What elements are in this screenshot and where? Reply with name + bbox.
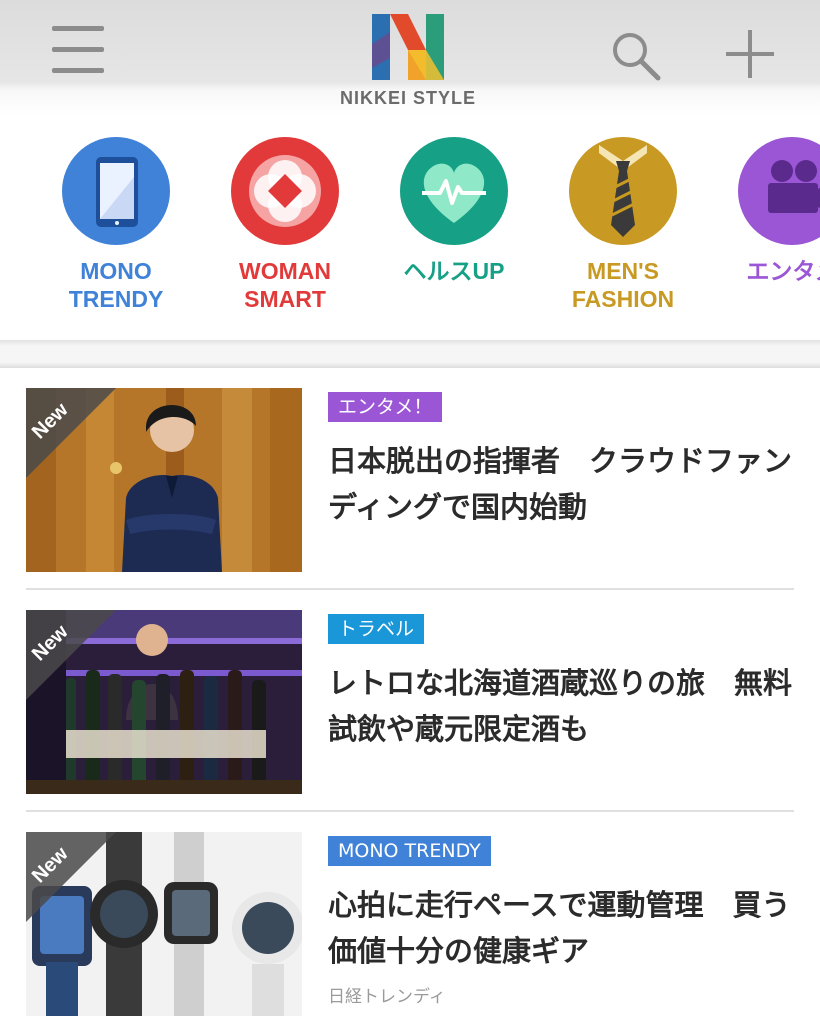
search-icon[interactable] bbox=[608, 28, 664, 84]
category-label: SMART bbox=[244, 286, 326, 312]
smartphone-icon bbox=[62, 137, 170, 245]
article-thumbnail[interactable]: New bbox=[26, 388, 302, 572]
article-thumbnail[interactable]: New bbox=[26, 610, 302, 794]
category-tag[interactable]: エンタメ！ bbox=[328, 392, 443, 422]
article-source: 日経トレンディ bbox=[328, 987, 446, 1007]
category-entame[interactable]: エンタメ bbox=[707, 137, 820, 285]
logo-text: NIKKEI STYLE bbox=[339, 88, 476, 108]
category-label: FASHION bbox=[571, 286, 675, 312]
article-title[interactable]: 心拍に走行ペースで運動管理 買う価値十分の健康ギア bbox=[328, 882, 798, 974]
nikkei-style-logo[interactable]: NIKKEI STYLE bbox=[328, 8, 488, 108]
article-divider bbox=[26, 588, 794, 590]
necktie-icon bbox=[569, 137, 677, 245]
heart-pulse-icon bbox=[400, 137, 508, 245]
projector-icon bbox=[738, 137, 820, 245]
article-item[interactable]: New MONO TRENDY 心拍に走行ペースで運動管理 買う価値十分の健康ギ… bbox=[26, 832, 794, 1024]
category-health-up[interactable]: ヘルスUP bbox=[369, 137, 539, 285]
article-item[interactable]: New トラベル レトロな北海道酒蔵巡りの旅 無料試飲や蔵元限定酒も bbox=[26, 610, 794, 810]
category-label: MEN'S bbox=[587, 258, 659, 284]
category-mens-fashion[interactable]: MEN'S FASHION bbox=[538, 137, 708, 313]
plus-icon[interactable] bbox=[722, 26, 778, 82]
app-header: NIKKEI STYLE bbox=[0, 0, 820, 115]
category-label: TRENDY bbox=[68, 286, 164, 312]
category-label: MONO bbox=[80, 258, 152, 284]
logo-n-icon bbox=[372, 14, 444, 80]
category-tag[interactable]: トラベル bbox=[328, 614, 425, 644]
article-item[interactable]: New エンタメ！ 日本脱出の指揮者 クラウドファンディングで国内始動 bbox=[26, 388, 794, 588]
category-woman-smart[interactable]: WOMAN SMART bbox=[200, 137, 370, 313]
article-title[interactable]: レトロな北海道酒蔵巡りの旅 無料試飲や蔵元限定酒も bbox=[328, 660, 798, 752]
category-label: ヘルスUP bbox=[403, 258, 505, 284]
category-tag[interactable]: MONO TRENDY bbox=[328, 836, 491, 866]
category-nav: MONO TRENDY WOMAN SMART ヘルスUP MEN'S FASH… bbox=[0, 115, 820, 340]
category-mono-trendy[interactable]: MONO TRENDY bbox=[31, 137, 201, 313]
section-divider bbox=[0, 340, 820, 368]
article-title[interactable]: 日本脱出の指揮者 クラウドファンディングで国内始動 bbox=[328, 438, 798, 530]
hamburger-menu-icon[interactable] bbox=[52, 26, 104, 74]
article-thumbnail[interactable]: New bbox=[26, 832, 302, 1016]
article-divider bbox=[26, 810, 794, 812]
flower-icon bbox=[231, 137, 339, 245]
category-label: WOMAN bbox=[239, 258, 331, 284]
category-label: エンタメ bbox=[746, 258, 820, 284]
